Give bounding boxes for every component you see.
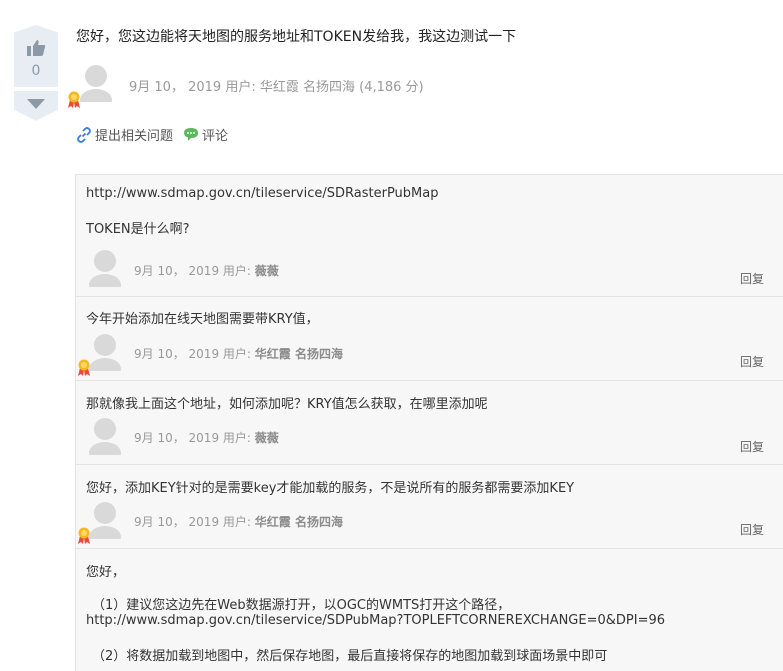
reply-button[interactable]: 回复 bbox=[740, 353, 764, 370]
user-link[interactable]: 华红霞 名扬四海 bbox=[255, 347, 343, 361]
user-label: 用户: bbox=[222, 431, 251, 445]
comment-meta: 9月 10， 2019 用户: 华红霞 名扬四海 bbox=[134, 345, 343, 362]
medal-icon bbox=[68, 91, 80, 108]
comment-meta: 9月 10， 2019 用户: 薇薇 bbox=[134, 262, 279, 279]
arrow-down-icon bbox=[27, 99, 45, 109]
user-link[interactable]: 薇薇 bbox=[255, 431, 279, 445]
medal-icon bbox=[78, 359, 90, 376]
avatar[interactable] bbox=[80, 64, 112, 111]
comment-date: 9月 10， 2019 bbox=[134, 515, 220, 529]
comment-meta: 9月 10， 2019 用户: 薇薇 bbox=[134, 429, 279, 446]
user-link[interactable]: 薇薇 bbox=[255, 264, 279, 278]
avatar[interactable] bbox=[89, 501, 121, 548]
comment-item: 今年开始添加在线天地图需要带KRY值， 9月 10， 2019 用户: 华红霞 … bbox=[76, 296, 783, 381]
comment-date: 9月 10， 2019 bbox=[134, 264, 220, 278]
comment-date: 9月 10， 2019 bbox=[134, 431, 220, 445]
reply-button[interactable]: 回复 bbox=[740, 438, 764, 455]
user-link[interactable]: 华红霞 名扬四海 bbox=[260, 80, 355, 95]
ask-related-label: 提出相关问题 bbox=[95, 129, 174, 144]
comment-item: http://www.sdmap.gov.cn/tileservice/SDRa… bbox=[76, 175, 783, 297]
avatar[interactable] bbox=[89, 333, 121, 380]
comment-text: http://www.sdmap.gov.cn/tileservice/SDPu… bbox=[86, 613, 666, 628]
answer-actions: 提出相关问题 评论 bbox=[76, 125, 238, 144]
comment-icon bbox=[184, 128, 199, 141]
reply-button[interactable]: 回复 bbox=[740, 521, 764, 538]
user-points: (4,186 分) bbox=[359, 80, 424, 95]
user-link[interactable]: 华红霞 名扬四海 bbox=[255, 515, 343, 529]
upvote-button[interactable]: 0 bbox=[14, 25, 58, 87]
comment-label: 评论 bbox=[202, 129, 229, 144]
thumbs-up-icon bbox=[27, 40, 46, 56]
comment-date: 9月 10， 2019 bbox=[134, 347, 220, 361]
answer-text: 您好，您这边能将天地图的服务地址和TOKEN发给我，我这边测试一下 bbox=[76, 29, 517, 45]
comment-text: TOKEN是什么啊? bbox=[86, 222, 190, 237]
comment-text: （2）将数据加载到地图中，然后保存地图，最后直接将保存的地图加载到球面场景中即可 bbox=[92, 649, 608, 664]
vote-count: 0 bbox=[31, 63, 41, 79]
downvote-button[interactable] bbox=[14, 91, 58, 121]
user-label: 用户: bbox=[222, 264, 251, 278]
comment-item: 您好， （1）建议您这边先在Web数据源打开，以OGC的WMTS打开这个路径， … bbox=[76, 548, 783, 671]
user-label: 用户: bbox=[225, 80, 256, 95]
avatar[interactable] bbox=[89, 417, 121, 464]
comment-text: 您好，添加KEY针对的是需要key才能加载的服务，不是说所有的服务都需要添加KE… bbox=[86, 481, 575, 496]
ask-related-button[interactable]: 提出相关问题 bbox=[76, 125, 173, 144]
comment-button[interactable]: 评论 bbox=[183, 125, 228, 144]
comment-list: http://www.sdmap.gov.cn/tileservice/SDRa… bbox=[75, 174, 783, 671]
medal-icon bbox=[78, 527, 90, 544]
comment-text: http://www.sdmap.gov.cn/tileservice/SDRa… bbox=[86, 186, 439, 201]
comment-text: 今年开始添加在线天地图需要带KRY值， bbox=[86, 312, 319, 327]
user-label: 用户: bbox=[222, 347, 251, 361]
comment-item: 那就像我上面这个地址，如何添加呢？KRY值怎么获取，在哪里添加呢 9月 10， … bbox=[76, 380, 783, 465]
answer-meta: 9月 10， 2019 用户: 华红霞 名扬四海 (4,186 分) bbox=[129, 76, 424, 95]
reply-button[interactable]: 回复 bbox=[740, 270, 764, 287]
comment-text: 您好， bbox=[86, 565, 126, 580]
vote-widget: 0 bbox=[14, 25, 58, 121]
answer-date: 9月 10， 2019 bbox=[129, 80, 222, 95]
link-icon bbox=[77, 126, 91, 143]
comment-text: （1）建议您这边先在Web数据源打开，以OGC的WMTS打开这个路径， bbox=[92, 598, 511, 613]
comment-item: 您好，添加KEY针对的是需要key才能加载的服务，不是说所有的服务都需要添加KE… bbox=[76, 464, 783, 549]
comment-meta: 9月 10， 2019 用户: 华红霞 名扬四海 bbox=[134, 513, 343, 530]
avatar[interactable] bbox=[89, 249, 121, 296]
comment-text: 那就像我上面这个地址，如何添加呢？KRY值怎么获取，在哪里添加呢 bbox=[86, 397, 488, 412]
user-label: 用户: bbox=[222, 515, 251, 529]
